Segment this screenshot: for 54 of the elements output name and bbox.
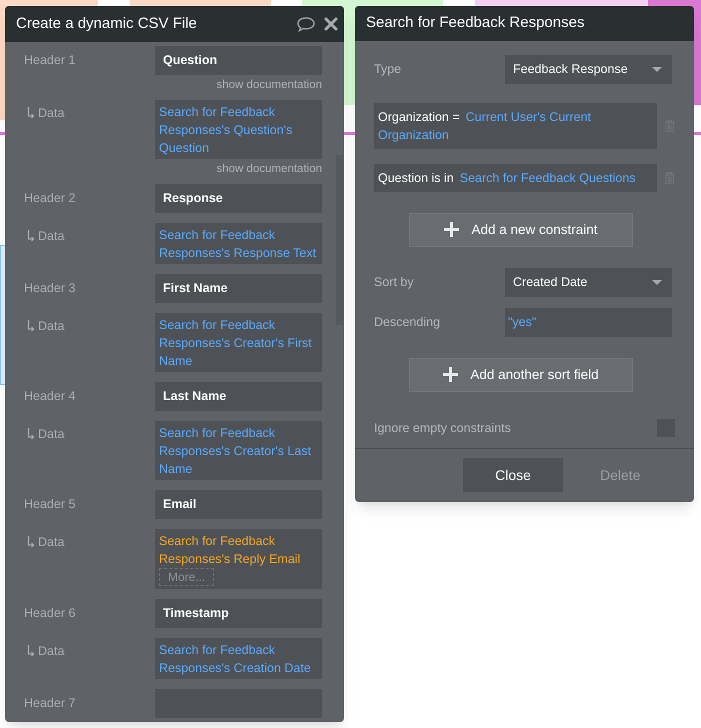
return-arrow-icon	[27, 320, 35, 332]
close-icon[interactable]	[324, 17, 338, 31]
return-arrow-icon	[27, 230, 35, 242]
return-arrow-icon	[27, 536, 35, 548]
descending-field[interactable]: "yes"	[505, 308, 672, 337]
constraint-field[interactable]: Question is in Search for Feedback Questions	[374, 164, 657, 192]
return-arrow-icon	[27, 645, 35, 658]
expression-field[interactable]: Search for Feedback Responses's Reply Email More...	[155, 529, 322, 589]
field-label: Header 3	[24, 280, 76, 298]
field-label: Header 5	[24, 496, 76, 514]
field-label: Descending	[374, 314, 442, 331]
field-label: Data	[38, 534, 64, 551]
field-label: Header 1	[24, 52, 76, 70]
return-arrow-icon	[27, 107, 35, 120]
panel-title: Create a dynamic CSV File	[16, 14, 198, 34]
field-label: Data	[38, 318, 64, 335]
field-label: Sort by	[374, 274, 415, 291]
header-field[interactable]: Email	[155, 490, 322, 519]
field-label: Ignore empty constraints	[374, 420, 511, 437]
header-field[interactable]: First Name	[155, 274, 322, 303]
header-field[interactable]: Last Name	[155, 382, 322, 411]
caret-icon	[652, 280, 662, 285]
scrollbar[interactable]	[336, 155, 343, 325]
panel-title: Search for Feedback Responses	[366, 13, 584, 34]
close-button[interactable]: Close	[463, 458, 563, 492]
header-field[interactable]: Timestamp	[155, 599, 322, 628]
header-field[interactable]: Response	[155, 184, 322, 213]
expression-field[interactable]: Search for Feedback Responses's Creation Date	[155, 638, 322, 679]
field-label: Header 6	[24, 605, 76, 622]
field-label: Data	[38, 228, 64, 245]
field-label: Header 7	[24, 695, 76, 712]
add-constraint-button[interactable]: Add a new constraint	[409, 212, 633, 247]
field-label: Data	[38, 643, 64, 660]
header-field[interactable]: Question	[155, 46, 322, 75]
field-label: Type	[374, 60, 402, 78]
expression-field[interactable]: Search for Feedback Responses's Creator's Last Name	[155, 421, 322, 480]
field-label: Header 4	[24, 388, 76, 406]
documentation-link[interactable]: show documentation	[216, 78, 322, 92]
field-label: Header 2	[24, 190, 76, 208]
expression-field[interactable]: Search for Feedback Responses's Question's Question	[155, 100, 322, 159]
field-label: Data	[38, 426, 64, 443]
sort-dropdown[interactable]: Created Date	[505, 268, 672, 297]
type-dropdown[interactable]: Feedback Response	[505, 54, 672, 84]
documentation-link[interactable]: show documentation	[216, 162, 322, 176]
plus-icon	[444, 222, 460, 238]
expression-field[interactable]: Search for Feedback Responses's Creator's First Name	[155, 313, 322, 372]
constraint-field[interactable]: Organization = Current User's Current Organization	[374, 102, 657, 149]
expression-field[interactable]: Search for Feedback Responses's Response Text	[155, 223, 322, 264]
add-sort-button[interactable]: Add another sort field	[409, 358, 633, 392]
caret-icon	[652, 66, 662, 72]
comment-icon[interactable]	[296, 16, 316, 32]
return-arrow-icon	[27, 428, 35, 440]
plus-icon	[443, 367, 458, 382]
field-label: Data	[38, 105, 64, 122]
